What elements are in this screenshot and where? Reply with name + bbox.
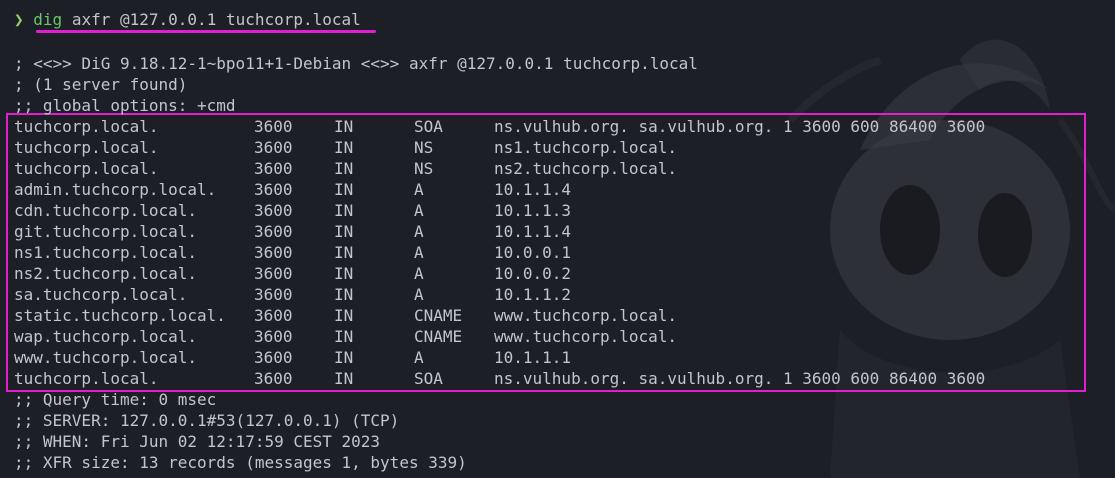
dns-record-row: ns2.tuchcorp.local. 3600 IN A 10.0.0.2	[14, 263, 1104, 284]
dns-record-row: www.tuchcorp.local. 3600 IN A 10.1.1.1	[14, 347, 1104, 368]
footer-line: ;; Query time: 0 msec	[14, 390, 217, 409]
record-class: IN	[334, 306, 354, 325]
record-class: IN	[334, 117, 354, 136]
terminal-output[interactable]: ❯ dig axfr @127.0.0.1 tuchcorp.local ; <…	[14, 8, 1104, 473]
record-class: IN	[334, 243, 354, 262]
record-data: 10.1.1.2	[494, 285, 572, 304]
record-name: ns1.tuchcorp.local.	[14, 243, 198, 262]
record-ttl: 3600	[254, 306, 293, 325]
record-type: CNAME	[414, 306, 463, 325]
record-type: A	[414, 201, 424, 220]
dns-record-row: tuchcorp.local. 3600 IN SOA ns.vulhub.org. s…	[14, 116, 1104, 137]
record-data: 10.0.0.2	[494, 264, 572, 283]
command-name: dig	[33, 10, 63, 29]
dns-record-row: wap.tuchcorp.local. 3600 IN CNAME www.tuchco…	[14, 326, 1104, 347]
record-data: ns2.tuchcorp.local.	[494, 159, 678, 178]
record-type: A	[414, 264, 424, 283]
record-type: NS	[414, 138, 434, 157]
record-name: admin.tuchcorp.local.	[14, 180, 217, 199]
footer-line: ;; SERVER: 127.0.0.1#53(127.0.0.1) (TCP)	[14, 411, 400, 430]
footer-line: ;; XFR size: 13 records (messages 1, byt…	[14, 453, 467, 472]
record-data: 10.1.1.4	[494, 180, 572, 199]
record-class: IN	[334, 180, 354, 199]
record-ttl: 3600	[254, 201, 293, 220]
header-line: ; (1 server found)	[14, 75, 188, 94]
record-name: git.tuchcorp.local.	[14, 222, 198, 241]
dns-record-row: tuchcorp.local. 3600 IN NS ns1.tuchcorp.loca…	[14, 137, 1104, 158]
record-name: sa.tuchcorp.local.	[14, 285, 188, 304]
record-ttl: 3600	[254, 348, 293, 367]
record-data: 10.1.1.4	[494, 222, 572, 241]
dns-record-row: ns1.tuchcorp.local. 3600 IN A 10.0.0.1	[14, 242, 1104, 263]
record-data: www.tuchcorp.local.	[494, 306, 678, 325]
record-name: tuchcorp.local.	[14, 159, 159, 178]
record-data: ns.vulhub.org. sa.vulhub.org. 1 3600 600…	[494, 117, 986, 136]
record-type: A	[414, 243, 424, 262]
record-class: IN	[334, 348, 354, 367]
dns-record-row: tuchcorp.local. 3600 IN SOA ns.vulhub.org. s…	[14, 368, 1104, 389]
record-ttl: 3600	[254, 138, 293, 157]
record-ttl: 3600	[254, 180, 293, 199]
record-class: IN	[334, 138, 354, 157]
dns-records: tuchcorp.local. 3600 IN SOA ns.vulhub.org. s…	[14, 116, 1104, 389]
command-args: axfr @127.0.0.1 tuchcorp.local	[71, 10, 361, 29]
record-name: cdn.tuchcorp.local.	[14, 201, 198, 220]
header-line: ; <<>> DiG 9.18.12-1~bpo11+1-Debian <<>>…	[14, 54, 698, 73]
prompt-line[interactable]: ❯ dig axfr @127.0.0.1 tuchcorp.local	[14, 8, 1104, 32]
record-name: tuchcorp.local.	[14, 117, 159, 136]
record-type: SOA	[414, 117, 443, 136]
record-data: ns1.tuchcorp.local.	[494, 138, 678, 157]
record-class: IN	[334, 264, 354, 283]
record-ttl: 3600	[254, 285, 293, 304]
dns-record-row: admin.tuchcorp.local. 3600 IN A 10.1.1.4	[14, 179, 1104, 200]
header-line: ;; global options: +cmd	[14, 96, 236, 115]
record-type: A	[414, 348, 424, 367]
record-type: A	[414, 180, 424, 199]
record-ttl: 3600	[254, 327, 293, 346]
record-class: IN	[334, 369, 354, 388]
record-ttl: 3600	[254, 117, 293, 136]
dns-record-row: static.tuchcorp.local. 3600 IN CNAME www.tuc…	[14, 305, 1104, 326]
record-ttl: 3600	[254, 159, 293, 178]
record-type: SOA	[414, 369, 443, 388]
record-data: 10.0.0.1	[494, 243, 572, 262]
record-name: tuchcorp.local.	[14, 138, 159, 157]
record-data: 10.1.1.3	[494, 201, 572, 220]
record-data: ns.vulhub.org. sa.vulhub.org. 1 3600 600…	[494, 369, 986, 388]
record-name: ns2.tuchcorp.local.	[14, 264, 198, 283]
record-class: IN	[334, 285, 354, 304]
record-name: tuchcorp.local.	[14, 369, 159, 388]
record-ttl: 3600	[254, 243, 293, 262]
record-type: CNAME	[414, 327, 463, 346]
prompt-arrow-icon: ❯	[14, 10, 24, 29]
record-class: IN	[334, 327, 354, 346]
record-type: A	[414, 285, 424, 304]
dns-record-row: cdn.tuchcorp.local. 3600 IN A 10.1.1.3	[14, 200, 1104, 221]
record-ttl: 3600	[254, 222, 293, 241]
dns-record-row: git.tuchcorp.local. 3600 IN A 10.1.1.4	[14, 221, 1104, 242]
record-ttl: 3600	[254, 369, 293, 388]
record-name: static.tuchcorp.local.	[14, 306, 226, 325]
record-name: www.tuchcorp.local.	[14, 348, 198, 367]
record-data: www.tuchcorp.local.	[494, 327, 678, 346]
record-class: IN	[334, 159, 354, 178]
dns-record-row: sa.tuchcorp.local. 3600 IN A 10.1.1.2	[14, 284, 1104, 305]
record-class: IN	[334, 201, 354, 220]
record-name: wap.tuchcorp.local.	[14, 327, 198, 346]
record-type: A	[414, 222, 424, 241]
footer-line: ;; WHEN: Fri Jun 02 12:17:59 CEST 2023	[14, 432, 381, 451]
record-data: 10.1.1.1	[494, 348, 572, 367]
dns-record-row: tuchcorp.local. 3600 IN NS ns2.tuchcorp.loca…	[14, 158, 1104, 179]
record-class: IN	[334, 222, 354, 241]
record-ttl: 3600	[254, 264, 293, 283]
record-type: NS	[414, 159, 434, 178]
